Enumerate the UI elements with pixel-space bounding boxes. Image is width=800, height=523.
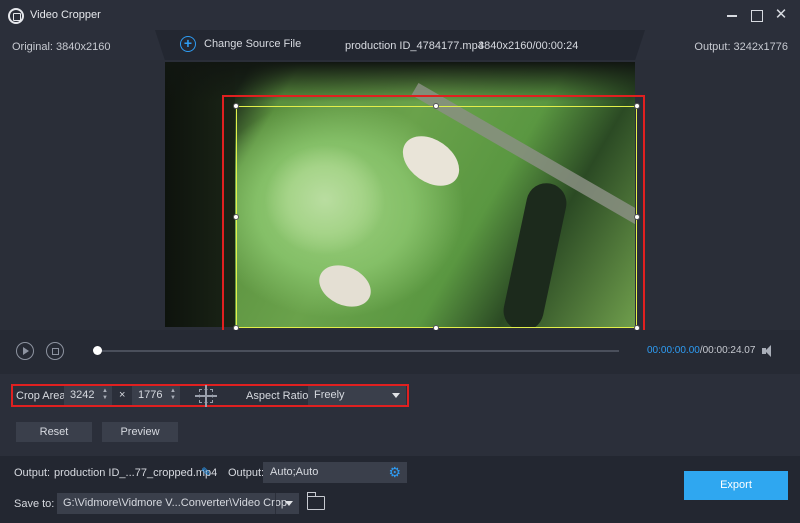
crop-width-input[interactable]: 3242 ▲ ▼ [64,386,112,405]
aspect-ratio-value: Freely [314,389,345,401]
original-resolution: Original: 3840x2160 [12,41,111,53]
change-source-label: Change Source File [204,38,302,50]
app-logo-icon [8,8,24,24]
playback-bar: 00:00:00.00/00:00:24.07 [0,330,800,374]
gear-icon[interactable]: ⚙ [388,464,401,481]
crop-width-stepper[interactable]: ▲ ▼ [101,388,109,402]
crop-area-highlight [222,95,645,336]
crop-area-label: Crop Area: [16,390,69,402]
maximize-icon[interactable] [748,6,766,24]
file-name: production ID_4784177.mp4 [345,40,484,52]
spin-up-icon[interactable]: ▲ [169,388,177,395]
output-label: Output: [14,467,51,479]
edit-icon[interactable]: ✎ [201,465,211,479]
crop-height-stepper[interactable]: ▲ ▼ [169,388,177,402]
app-title: Video Cropper [30,9,101,21]
timeline-track[interactable] [97,350,619,352]
close-icon[interactable]: ✕ [772,6,790,24]
volume-icon[interactable] [762,344,776,358]
preview-area [0,60,800,336]
reset-button[interactable]: Reset [16,422,92,442]
export-button[interactable]: Export [684,471,788,500]
times-sign: × [119,389,126,401]
spin-down-icon[interactable]: ▼ [169,395,177,402]
crosshair-frame [199,389,213,403]
total-time: /00:00:24.07 [699,345,756,356]
crosshair-icon[interactable] [195,385,217,407]
crop-controls: Crop Area: 3242 ▲ ▼ × 1776 ▲ ▼ Aspect Rati… [0,374,800,456]
minimize-icon[interactable] [724,6,742,24]
crop-width-value: 3242 [70,389,95,401]
chevron-down-icon [392,393,400,398]
play-icon[interactable] [16,342,34,360]
crop-height-input[interactable]: 1776 ▲ ▼ [132,386,180,405]
title-bar: Video Cropper ✕ [0,0,800,30]
folder-icon[interactable] [306,492,325,510]
output-file-name: production ID_...77_cropped.mp4 [54,467,218,479]
save-to-label: Save to: [14,498,55,510]
output-format-field[interactable]: Auto;Auto ⚙ [263,462,407,483]
info-bar: Original: 3840x2160 + Change Source File… [0,30,800,60]
output-format-value: Auto;Auto [270,466,319,478]
crop-height-value: 1776 [138,389,163,401]
aspect-ratio-select[interactable]: Freely [308,386,406,405]
file-meta: 3840x2160/00:00:24 [478,40,579,52]
time-display: 00:00:00.00/00:00:24.07 [647,345,755,356]
plus-circle-icon: + [180,36,196,52]
spin-up-icon[interactable]: ▲ [101,388,109,395]
spin-down-icon[interactable]: ▼ [101,395,109,402]
aspect-ratio-label: Aspect Ratio: [246,390,312,402]
change-source-button[interactable]: + Change Source File [180,36,301,52]
timeline-knob[interactable] [93,346,102,355]
chevron-down-icon[interactable] [285,501,293,506]
current-time: 00:00:00.00 [647,345,700,356]
output-resolution: Output: 3242x1776 [694,41,788,53]
output-panel: Output: production ID_...77_cropped.mp4 … [0,456,800,523]
output-format-label: Output: [228,467,265,479]
save-path-value: G:\Vidmore\Vidmore V...Converter\Video C… [63,497,287,509]
preview-button[interactable]: Preview [102,422,178,442]
select-divider [275,493,276,514]
stop-icon[interactable] [46,342,64,360]
save-path-select[interactable]: G:\Vidmore\Vidmore V...Converter\Video C… [57,493,299,514]
